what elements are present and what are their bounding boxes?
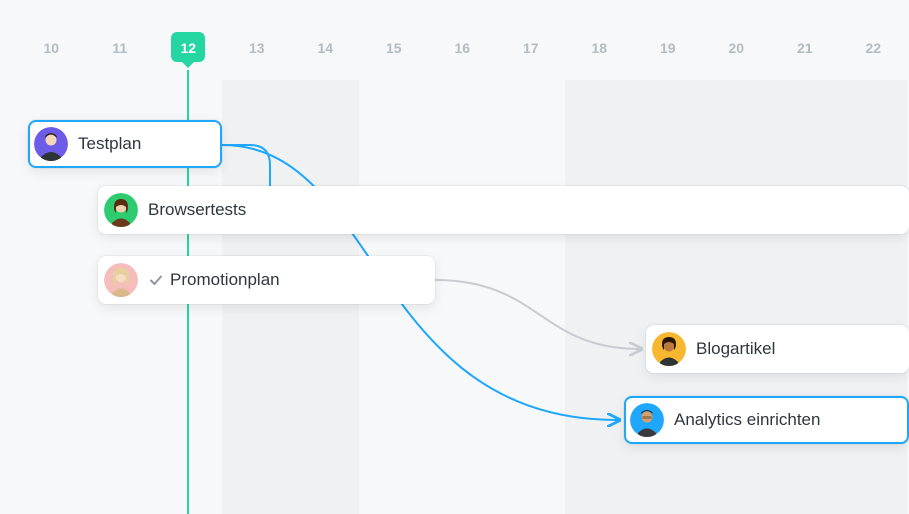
task-label: Analytics einrichten [674,410,820,430]
timeline-day[interactable]: 18 [565,40,634,70]
timeline-day[interactable]: 15 [360,40,429,70]
timeline-column-shade [770,80,839,514]
timeline-day[interactable]: 14 [291,40,360,70]
task-label: Promotionplan [170,270,280,290]
timeline-day[interactable]: 22 [839,40,908,70]
timeline-day[interactable]: 13 [223,40,292,70]
timeline-day[interactable]: 20 [702,40,771,70]
task-card-browsertests[interactable]: Browsertests [98,186,909,234]
timeline-day[interactable]: 17 [497,40,566,70]
timeline-day-label: 19 [660,40,676,56]
task-label: Browsertests [148,200,246,220]
task-card-analytics[interactable]: Analytics einrichten [624,396,909,444]
task-label: Blogartikel [696,339,775,359]
timeline-day-label: 18 [591,40,607,56]
timeline-day-label: 14 [317,40,333,56]
timeline-day-label: 20 [728,40,744,56]
avatar [104,193,138,227]
check-icon [148,272,164,288]
task-card-promotionplan[interactable]: Promotionplan [98,256,435,304]
timeline-header: 10 11 12 13 14 15 16 17 18 19 20 21 22 [17,40,909,70]
timeline-day-label: 21 [797,40,813,56]
avatar [104,263,138,297]
timeline-day-label: 13 [249,40,265,56]
timeline-day-label: 15 [386,40,402,56]
timeline-day-label: 10 [43,40,59,56]
timeline-day-label: 11 [112,40,127,56]
timeline-column-shade [633,80,702,514]
timeline-day-label: 12 [180,40,196,56]
avatar [34,127,68,161]
timeline-column-shade [839,80,908,514]
avatar [652,332,686,366]
task-card-testplan[interactable]: Testplan [28,120,222,168]
timeline-day[interactable]: 21 [771,40,840,70]
timeline-day-label: 22 [865,40,881,56]
timeline-day[interactable]: 16 [428,40,497,70]
avatar [630,403,664,437]
task-card-blogartikel[interactable]: Blogartikel [646,325,909,373]
timeline-column-shade [565,80,634,514]
timeline-day-selected[interactable]: 12 [154,40,223,70]
timeline-day[interactable]: 10 [17,40,86,70]
timeline-day[interactable]: 19 [634,40,703,70]
task-label: Testplan [78,134,141,154]
timeline-day-label: 17 [523,40,539,56]
timeline-day[interactable]: 11 [86,40,155,70]
timeline-day-label: 16 [454,40,470,56]
timeline-column-shade [702,80,771,514]
